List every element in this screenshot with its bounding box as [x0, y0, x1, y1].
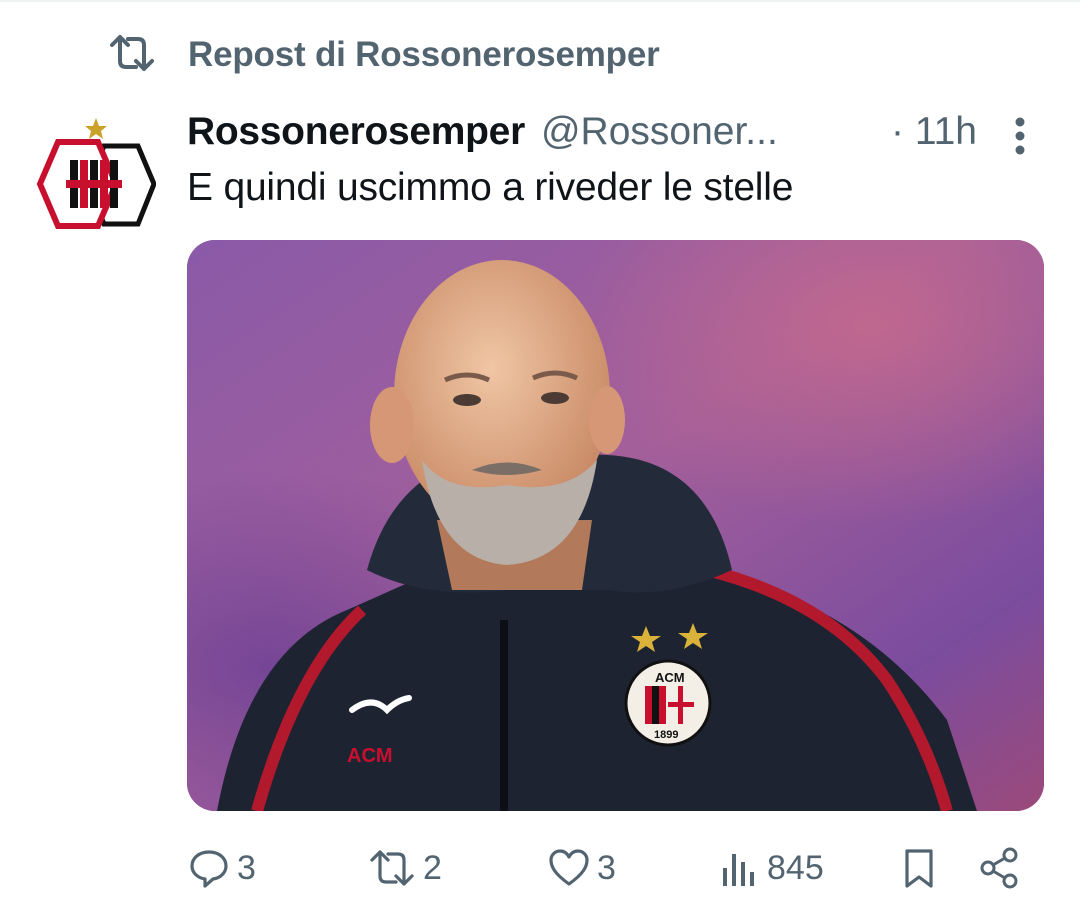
- views-count: 845: [767, 848, 824, 887]
- repost-count: 2: [423, 848, 442, 887]
- crest-year-text: 1899: [654, 729, 678, 741]
- repost-action-icon: [370, 850, 414, 886]
- repost-header[interactable]: Repost di Rossonerosemper: [108, 32, 660, 78]
- share-button[interactable]: [977, 840, 1021, 896]
- like-button[interactable]: 3: [547, 840, 616, 896]
- reply-icon: [190, 850, 228, 888]
- reply-count: 3: [237, 848, 256, 887]
- top-divider: [0, 0, 1080, 2]
- bookmark-icon: [905, 849, 933, 888]
- share-icon: [980, 847, 1018, 889]
- jacket-brand-text: ACM: [347, 745, 393, 767]
- views-bar-chart-icon: [723, 854, 754, 886]
- repost-icon: [108, 33, 156, 78]
- reply-button[interactable]: 3: [187, 840, 256, 896]
- post-text: E quindi uscimmo a riveder le stelle: [187, 166, 794, 209]
- repost-label[interactable]: Repost di Rossonerosemper: [188, 35, 660, 75]
- views-button[interactable]: 845: [717, 840, 824, 896]
- display-name[interactable]: Rossonerosemper: [187, 110, 525, 154]
- more-options-icon[interactable]: [1004, 112, 1036, 160]
- user-handle[interactable]: @Rossoner...: [541, 110, 778, 154]
- heart-icon: [549, 849, 589, 886]
- post-time[interactable]: · 11h: [891, 110, 977, 154]
- post-media-image[interactable]: ACM ACM 1899: [187, 240, 1044, 811]
- repost-button[interactable]: 2: [367, 840, 442, 896]
- crest-top-text: ACM: [655, 670, 685, 685]
- post-header: Rossonerosemper @Rossoner... · 11h: [187, 104, 977, 160]
- like-count: 3: [597, 848, 616, 887]
- bookmark-button[interactable]: [897, 840, 941, 896]
- post-actions-bar: 3 2 3 845: [187, 840, 1047, 896]
- milan-crest-avatar[interactable]: [36, 108, 157, 232]
